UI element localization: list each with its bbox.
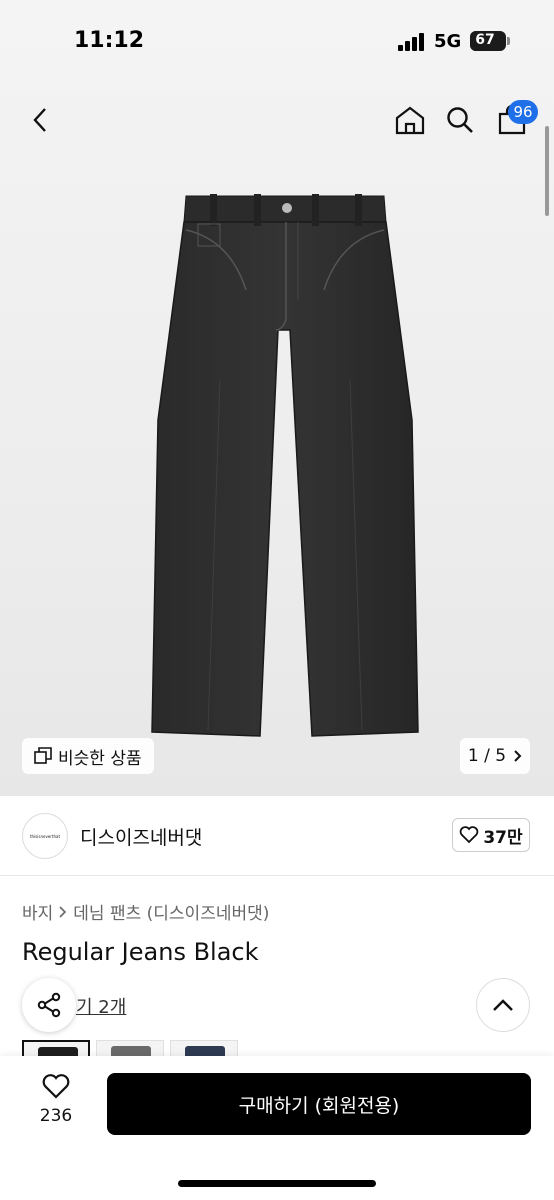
color-thumbnails xyxy=(22,1040,238,1056)
buy-button[interactable]: 구매하기 (회원전용) xyxy=(107,1073,531,1135)
back-button[interactable] xyxy=(18,90,62,150)
brand-like-button[interactable]: 37만 xyxy=(452,818,530,852)
battery-icon: 67 xyxy=(470,31,506,51)
page-indicator[interactable]: 1 / 5 xyxy=(460,738,530,774)
buy-button-label: 구매하기 (회원전용) xyxy=(238,1094,400,1117)
breadcrumb-subcategory[interactable]: 데님 팬츠 (디스이즈네버댓) xyxy=(73,899,269,924)
battery-percent: 67 xyxy=(475,32,495,48)
network-label: 5G xyxy=(434,31,462,52)
page-indicator-text: 1 / 5 xyxy=(467,746,507,766)
thumbnail-swatch xyxy=(185,1046,225,1056)
home-icon xyxy=(395,106,425,135)
brand-logo[interactable]: thisisneverthat xyxy=(22,813,68,859)
breadcrumb-category[interactable]: 바지 xyxy=(22,899,53,924)
similar-products-label: 비슷한 상품 xyxy=(58,748,142,769)
thumbnail-swatch xyxy=(38,1047,78,1056)
breadcrumb: 바지 데님 팬츠 (디스이즈네버댓) xyxy=(22,899,269,924)
thumbnail-swatch xyxy=(111,1046,151,1056)
scroll-top-button[interactable] xyxy=(476,978,530,1032)
top-nav xyxy=(0,90,554,150)
scrollbar[interactable] xyxy=(545,126,549,216)
home-button[interactable] xyxy=(388,90,432,150)
bottom-action-bar: 236 구매하기 (회원전용) xyxy=(0,1056,554,1200)
search-button[interactable] xyxy=(438,90,482,150)
share-button[interactable] xyxy=(22,978,76,1032)
brand-logo-text: thisisneverthat xyxy=(29,833,61,839)
chevron-right-icon xyxy=(514,750,522,762)
search-icon xyxy=(447,107,473,133)
status-time: 11:12 xyxy=(74,28,145,53)
color-thumbnail[interactable] xyxy=(96,1040,164,1056)
chevron-up-icon xyxy=(493,999,513,1011)
chevron-right-icon xyxy=(59,905,67,918)
heart-icon xyxy=(460,826,479,844)
product-title: Regular Jeans Black xyxy=(22,938,259,966)
status-bar: 11:12 5G 67 xyxy=(0,0,554,80)
similar-icon xyxy=(34,747,52,764)
brand-like-count: 37만 xyxy=(483,827,523,848)
brand-row: thisisneverthat 디스이즈네버댓 37만 xyxy=(0,796,554,876)
share-icon xyxy=(37,992,61,1018)
wishlist-count: 236 xyxy=(39,1106,73,1126)
home-indicator xyxy=(178,1180,376,1187)
wishlist-button[interactable]: 236 xyxy=(26,1074,86,1134)
color-thumbnail[interactable] xyxy=(22,1040,90,1056)
cart-count-badge: 96 xyxy=(508,100,538,124)
product-image xyxy=(151,194,419,737)
signal-icon xyxy=(398,33,426,51)
similar-products-button[interactable]: 비슷한 상품 xyxy=(22,738,154,774)
color-thumbnail[interactable] xyxy=(170,1040,238,1056)
battery-cap xyxy=(507,37,510,45)
chevron-left-icon xyxy=(33,108,46,132)
heart-icon xyxy=(42,1074,70,1099)
color-options-link[interactable]: 기 2개 xyxy=(76,993,126,1019)
brand-name[interactable]: 디스이즈네버댓 xyxy=(80,823,202,850)
